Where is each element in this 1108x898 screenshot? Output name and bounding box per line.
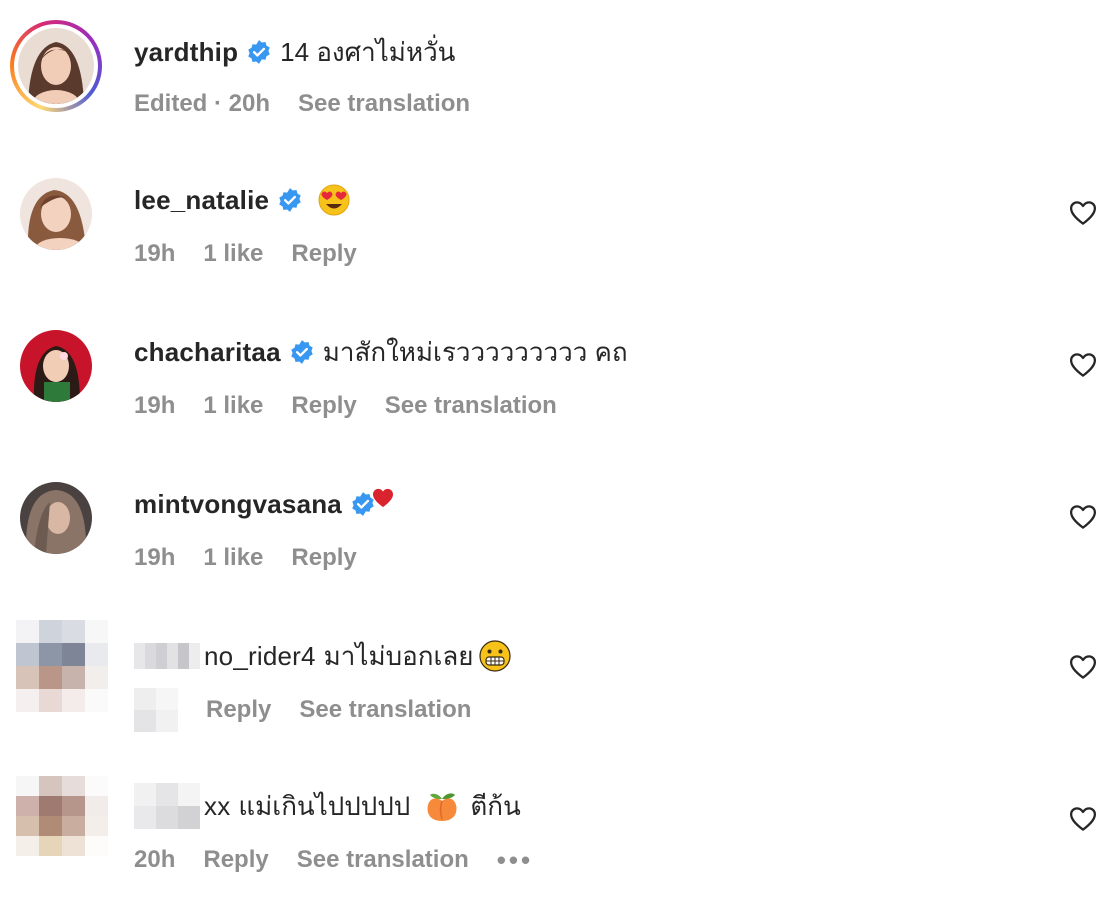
comment-time: 19h <box>134 544 176 571</box>
username-redacted <box>134 643 200 669</box>
comment-item: xx แม่เกินไปปปปป ตีก้น 20h Reply See tra… <box>0 758 1108 898</box>
avatar-pixelated[interactable] <box>16 776 108 868</box>
comment-edited-time: Edited · 20h <box>134 90 271 117</box>
timestamp-redacted <box>134 688 178 732</box>
grimacing-emoji <box>478 639 512 673</box>
comment-text: แม่เกินไปปปปป <box>238 790 411 821</box>
comment-list: yardthip 14 องศาไม่หวั่น Edited · 20h Se… <box>0 0 1108 897</box>
reply-button[interactable]: Reply <box>291 240 356 268</box>
verified-badge-icon <box>289 339 315 365</box>
avatar[interactable] <box>20 330 92 402</box>
see-translation-button[interactable]: See translation <box>298 90 470 118</box>
heart-outline-icon[interactable] <box>1068 502 1098 532</box>
reply-button[interactable]: Reply <box>291 392 356 420</box>
heart-outline-icon[interactable] <box>1068 198 1098 228</box>
comment-item: no_rider4 มาไม่บอกเลย Reply See translat… <box>0 606 1108 746</box>
comment-username[interactable]: chacharitaa <box>134 337 281 368</box>
comment-time: 20h <box>134 846 176 873</box>
avatar[interactable] <box>20 178 92 250</box>
comment-username[interactable]: no_rider4 <box>204 641 316 672</box>
comment-item: chacharitaa มาสักใหม่เรววววววววว คถ 19h … <box>0 302 1108 442</box>
likes-count-button[interactable]: 1 like <box>203 544 263 572</box>
reply-button[interactable]: Reply <box>203 846 268 874</box>
likes-count-button[interactable]: 1 like <box>203 392 263 420</box>
comment-item: lee_natalie 19h 1 like Reply <box>0 150 1108 290</box>
avatar <box>18 28 94 104</box>
more-options-button[interactable]: ••• <box>497 845 533 876</box>
comment-username[interactable]: mintvongvasana <box>134 489 342 520</box>
reply-button[interactable]: Reply <box>291 544 356 572</box>
avatar-pixelated[interactable] <box>16 620 108 712</box>
comment-time: 19h <box>134 392 176 419</box>
heart-outline-icon[interactable] <box>1068 350 1098 380</box>
comment-text-after: ตีก้น <box>470 790 521 821</box>
comment-username[interactable]: xx <box>204 791 230 822</box>
see-translation-button[interactable]: See translation <box>385 392 557 420</box>
heart-outline-icon[interactable] <box>1068 652 1098 682</box>
verified-badge-icon <box>246 39 272 65</box>
comment-username[interactable]: yardthip <box>134 37 238 68</box>
comment-username[interactable]: lee_natalie <box>134 185 269 216</box>
comment-item: yardthip 14 องศาไม่หวั่น Edited · 20h Se… <box>0 0 1108 140</box>
reply-button[interactable]: Reply <box>206 696 271 724</box>
see-translation-button[interactable]: See translation <box>299 696 471 724</box>
verified-badge-icon <box>277 187 303 213</box>
comment-text: มาไม่บอกเลย <box>323 640 474 671</box>
heart-outline-icon[interactable] <box>1068 804 1098 834</box>
avatar-story-ring[interactable] <box>10 20 102 112</box>
comment-text: 14 องศาไม่หวั่น <box>280 36 456 67</box>
comment-time: 19h <box>134 240 176 267</box>
peach-emoji <box>424 789 460 823</box>
username-redacted <box>134 783 200 829</box>
heart-eyes-emoji <box>317 183 351 217</box>
comment-item: mintvongvasana 19h 1 like Reply <box>0 454 1108 594</box>
comment-text: มาสักใหม่เรววววววววว คถ <box>322 336 628 367</box>
likes-count-button[interactable]: 1 like <box>203 240 263 268</box>
see-translation-button[interactable]: See translation <box>297 846 469 874</box>
avatar[interactable] <box>20 482 92 554</box>
red-heart-emoji <box>372 488 394 508</box>
